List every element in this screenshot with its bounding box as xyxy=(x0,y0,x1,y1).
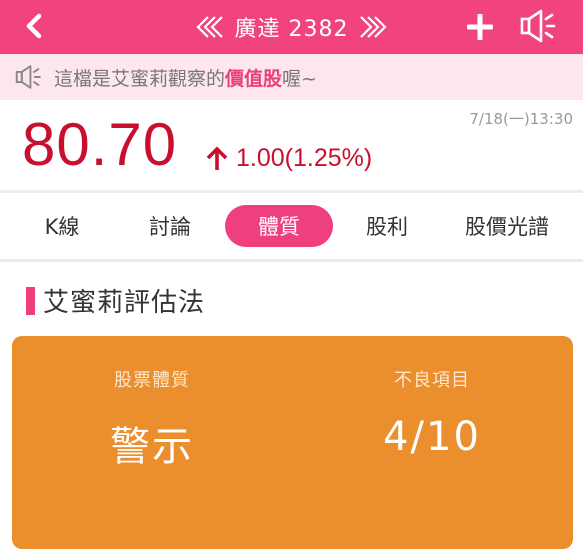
health-label: 股票體質 xyxy=(114,370,190,391)
health-value: 警示 xyxy=(110,424,194,470)
next-stock-button[interactable] xyxy=(358,15,388,39)
announce-button[interactable] xyxy=(517,6,561,46)
stock-price: 80.70 xyxy=(22,111,178,178)
assessment-section: 艾蜜莉評估法 股票體質 警示 不良項目 4/10 xyxy=(0,262,583,559)
tab-discussion[interactable]: 討論 xyxy=(130,205,210,247)
notice-banner: 這檔是艾蜜莉觀察的 價值股 喔~ xyxy=(0,54,583,100)
back-button[interactable] xyxy=(16,8,52,44)
chevron-left-icon xyxy=(26,13,42,39)
quote-panel: 80.70 1.00(1.25%) 7/18(一)13:30 xyxy=(0,100,583,190)
bad-items-metric: 不良項目 4/10 xyxy=(342,366,522,460)
prev-stock-button[interactable] xyxy=(195,15,225,39)
price-change-value: 1.00(1.25%) xyxy=(236,144,373,172)
megaphone-icon xyxy=(520,9,556,43)
section-accent-bar xyxy=(26,286,35,315)
tab-bar: K線 討論 體質 股利 股價光譜 xyxy=(0,193,583,259)
tab-dividend[interactable]: 股利 xyxy=(347,205,427,247)
tab-price-spectrum[interactable]: 股價光譜 xyxy=(450,205,564,247)
stock-title: 廣達 2382 xyxy=(234,17,349,42)
double-chevron-left-icon xyxy=(195,16,223,38)
megaphone-icon xyxy=(14,64,44,90)
plus-icon xyxy=(467,14,493,40)
add-watchlist-button[interactable] xyxy=(462,9,498,45)
bad-items-label: 不良項目 xyxy=(394,370,470,391)
section-title: 艾蜜莉評估法 xyxy=(26,282,205,319)
tab-fundamentals[interactable]: 體質 xyxy=(225,205,333,247)
health-metric: 股票體質 警示 xyxy=(62,366,242,472)
assessment-card: 股票體質 警示 不良項目 4/10 xyxy=(12,336,573,549)
double-chevron-right-icon xyxy=(360,16,388,38)
quote-timestamp: 7/18(一)13:30 xyxy=(469,110,573,128)
price-change: 1.00(1.25%) xyxy=(206,144,372,173)
notice-text-prefix: 這檔是艾蜜莉觀察的 xyxy=(54,67,226,90)
arrow-up-icon xyxy=(206,145,228,172)
notice-text-suffix: 喔~ xyxy=(282,67,317,90)
header-bar: 廣達 2382 xyxy=(0,0,583,54)
bad-items-value: 4/10 xyxy=(383,414,481,460)
section-title-text: 艾蜜莉評估法 xyxy=(43,288,206,318)
tab-kline[interactable]: K線 xyxy=(22,205,102,247)
notice-highlight: 價值股 xyxy=(225,67,283,90)
